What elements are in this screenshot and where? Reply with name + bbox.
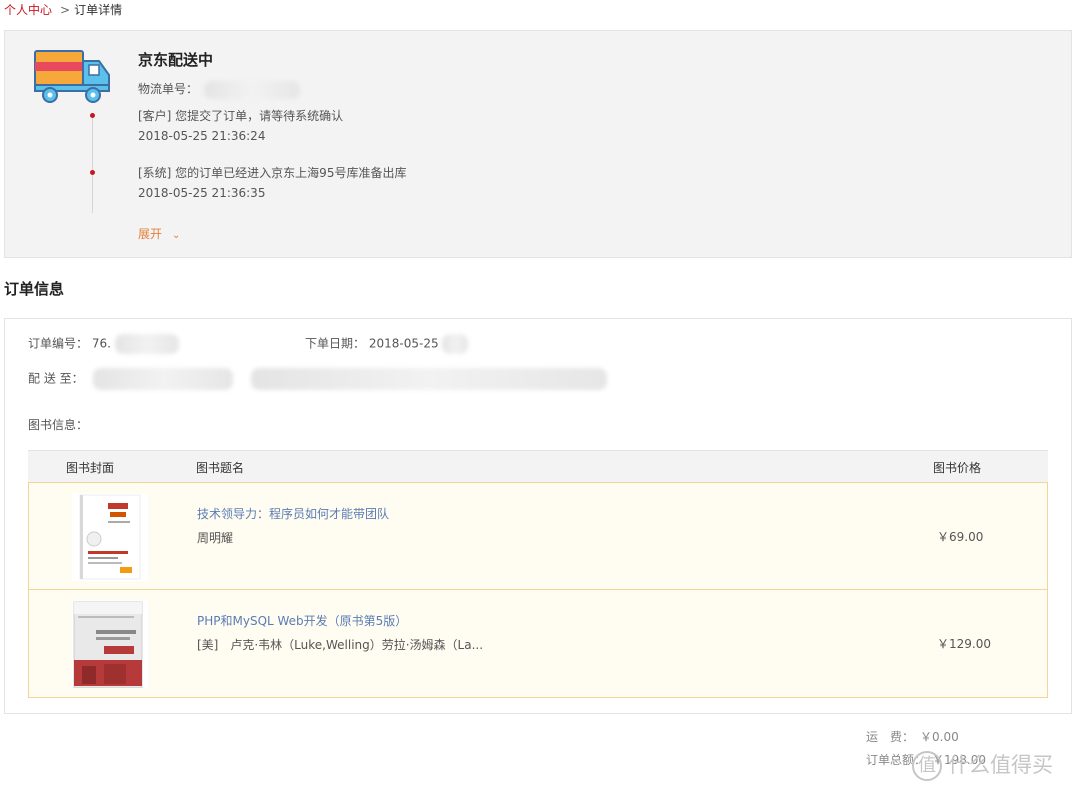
timeline-line [92,115,93,213]
ship-to-address-redacted [251,368,608,390]
tracking-event: [客户] 您提交了订单，请等待系统确认 2018-05-25 21:36:24 [138,106,343,146]
timeline-dot [90,113,95,118]
order-date-redacted [442,334,469,354]
order-number-label: 订单编号： [28,336,89,351]
table-header: 图书封面 图书题名 图书价格 [28,450,1048,482]
breadcrumb-home-link[interactable]: 个人中心 [4,3,52,17]
expand-label: 展开 [138,227,163,241]
watermark-logo-icon: 值 [912,751,942,781]
breadcrumb-current: 订单详情 [74,3,123,17]
event-time: 2018-05-25 21:36:35 [138,186,266,200]
tracking-number-redacted [203,80,300,99]
shipping-fee-value: ￥0.00 [920,730,959,744]
book-title-link[interactable]: PHP和MySQL Web开发（原书第5版） [197,612,407,629]
chevron-down-icon: ⌄ [172,230,180,241]
order-number-row: 订单编号： 76. [28,334,179,354]
tracking-panel: 京东配送中 物流单号： [客户] 您提交了订单，请等待系统确认 2018-05-… [4,30,1072,258]
tracking-event: [系统] 您的订单已经进入京东上海95号库准备出库 2018-05-25 21:… [138,163,406,203]
shipping-fee-label: 运 费： [866,730,915,744]
order-number-value: 76. [91,336,111,351]
ship-to-redacted [93,368,234,390]
tracking-number-row: 物流单号： [138,80,300,99]
ship-to-row: 配 送 至： [28,368,608,390]
event-time: 2018-05-25 21:36:24 [138,129,266,143]
book-cover-image[interactable] [72,493,148,581]
ship-to-label: 配 送 至： [28,371,84,386]
book-price: ￥129.00 [937,637,991,651]
header-price: 图书价格 [933,461,982,475]
delivery-status-title: 京东配送中 [138,51,214,69]
expand-toggle[interactable]: 展开 ⌄ [138,225,180,242]
order-number-redacted [114,334,179,354]
order-date-value: 2018-05-25 [368,336,439,351]
books-table: 图书封面 图书题名 图书价格 技术领导力：程序员如何才能带团队 周明耀 ￥69.… [28,450,1048,698]
breadcrumb: 个人中心 > 订单详情 [4,1,122,18]
event-text: [客户] 您提交了订单，请等待系统确认 [138,109,344,123]
tracking-number-label: 物流单号： [138,82,199,96]
shipping-fee-row: 运 费： ￥0.00 [866,728,959,745]
delivery-truck-icon [34,50,110,103]
books-info-label: 图书信息： [28,418,89,432]
event-text: [系统] 您的订单已经进入京东上海95号库准备出库 [138,166,407,180]
order-info-panel: 订单编号： 76. 下单日期： 2018-05-25 配 送 至： 图书信息： … [4,318,1072,714]
breadcrumb-separator: > [60,3,71,17]
timeline-dot [90,170,95,175]
table-row: PHP和MySQL Web开发（原书第5版） [美] 卢克·韦林（Luke,We… [28,590,1048,698]
order-date-label: 下单日期： [305,336,366,351]
watermark: 值什么值得买 [912,749,1053,781]
order-info-title: 订单信息 [4,280,65,298]
header-cover: 图书封面 [66,461,115,475]
book-title-link[interactable]: 技术领导力：程序员如何才能带团队 [197,505,389,522]
book-author: [美] 卢克·韦林（Luke,Welling）劳拉·汤姆森（La... [197,638,484,652]
book-author: 周明耀 [197,531,234,545]
order-date-row: 下单日期： 2018-05-25 [305,334,469,354]
watermark-text: 什么值得买 [948,753,1053,777]
book-price: ￥69.00 [937,530,984,544]
header-title: 图书题名 [196,461,245,475]
table-row: 技术领导力：程序员如何才能带团队 周明耀 ￥69.00 [28,482,1048,590]
book-cover-image[interactable] [72,600,148,688]
